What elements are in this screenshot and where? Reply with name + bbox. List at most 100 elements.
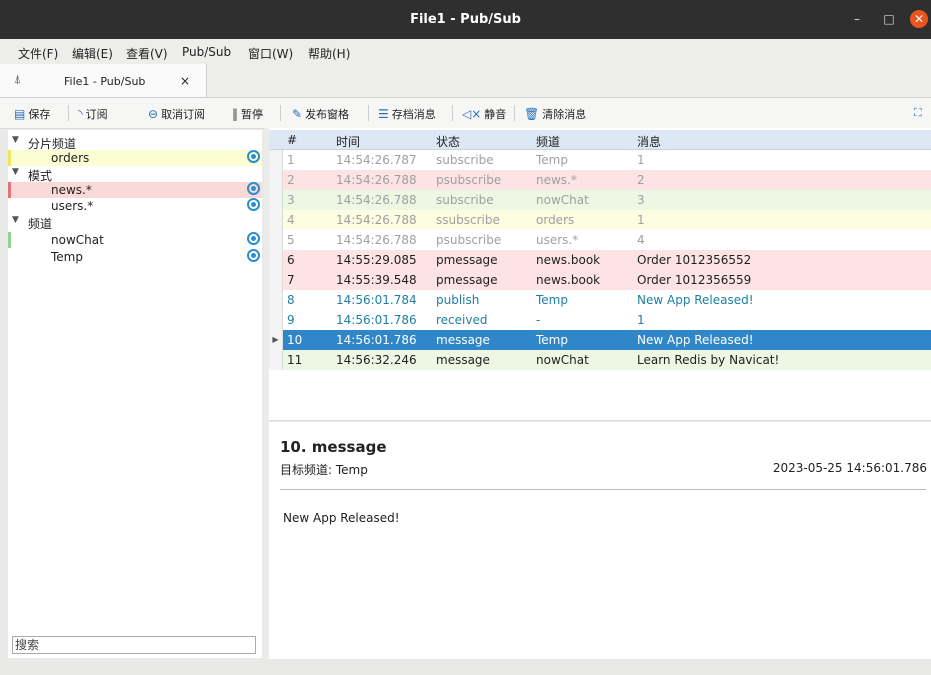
message-detail: 10. message 目标频道: Temp 2023-05-25 14:56:…: [269, 422, 931, 659]
column-header-status[interactable]: 状态: [436, 133, 460, 150]
subscribe-icon: ◝: [78, 107, 83, 121]
chevron-down-icon[interactable]: ▼: [12, 167, 19, 177]
subscribe-button[interactable]: ◝ 订阅: [78, 106, 108, 122]
cell-message: Learn Redis by Navicat!: [637, 353, 780, 367]
save-button[interactable]: ▤ 保存: [14, 106, 50, 122]
cell-channel: Temp: [536, 293, 568, 307]
message-table: # 时间 状态 频道 消息 1 14:54:26.787 subscribe Temp…: [269, 128, 931, 421]
cell-status: publish: [436, 293, 480, 307]
menu-help[interactable]: 帮助(H): [308, 45, 350, 62]
cell-index: 6: [287, 253, 295, 267]
pause-button[interactable]: ‖ 暂停: [232, 106, 263, 122]
tree-item-news[interactable]: news.*: [8, 182, 262, 198]
minimize-button[interactable]: –: [848, 10, 866, 28]
cell-index: 3: [287, 193, 295, 207]
fullscreen-icon[interactable]: ⛶: [914, 106, 922, 120]
tree-group-shard-channels[interactable]: ▼ 分片频道: [8, 134, 262, 151]
eye-icon[interactable]: [247, 150, 260, 163]
tree-item-users[interactable]: users.*: [8, 198, 262, 214]
cell-time: 14:56:01.786: [336, 333, 417, 347]
eye-icon[interactable]: [247, 182, 260, 195]
title-bar: File1 - Pub/Sub – □ ✕: [0, 0, 931, 39]
row-pointer-icon[interactable]: ▶: [269, 330, 283, 350]
row-header[interactable]: [269, 350, 283, 370]
menu-pubsub[interactable]: Pub/Sub: [182, 45, 231, 59]
cell-message: 1: [637, 313, 645, 327]
close-window-button[interactable]: ✕: [910, 10, 928, 28]
cell-message: 2: [637, 173, 645, 187]
cell-message: 1: [637, 213, 645, 227]
table-row[interactable]: 11 14:56:32.246 message nowChat Learn Redis …: [269, 350, 931, 371]
cell-status: subscribe: [436, 153, 494, 167]
search-input[interactable]: 搜索: [12, 636, 256, 654]
table-row[interactable]: 3 14:54:26.788 subscribe nowChat 3: [269, 190, 931, 211]
row-header[interactable]: [269, 230, 283, 250]
publish-pane-button[interactable]: ✎ 发布窗格: [292, 106, 349, 122]
unsubscribe-button[interactable]: ⊖ 取消订阅: [148, 106, 205, 122]
column-header-message[interactable]: 消息: [637, 133, 661, 150]
tree-item-nowchat[interactable]: nowChat: [8, 232, 262, 248]
eye-icon[interactable]: [247, 198, 260, 211]
mute-button[interactable]: ◁× 静音: [462, 106, 506, 122]
eye-icon[interactable]: [247, 232, 260, 245]
tab-bar: ⍋ File1 - Pub/Sub ×: [0, 64, 931, 98]
table-row[interactable]: 2 14:54:26.788 psubscribe news.* 2: [269, 170, 931, 191]
chevron-down-icon[interactable]: ▼: [12, 135, 19, 145]
row-header[interactable]: [269, 250, 283, 270]
tree-item-temp[interactable]: Temp: [8, 249, 262, 265]
table-row[interactable]: 9 14:56:01.786 received - 1: [269, 310, 931, 331]
table-row[interactable]: ▶ 10 14:56:01.786 message Temp New App Releas…: [269, 330, 931, 351]
cell-message: 1: [637, 153, 645, 167]
row-header[interactable]: [269, 170, 283, 190]
table-row[interactable]: 1 14:54:26.787 subscribe Temp 1: [269, 150, 931, 171]
table-row[interactable]: 8 14:56:01.784 publish Temp New App Released…: [269, 290, 931, 311]
chevron-down-icon[interactable]: ▼: [12, 215, 19, 225]
cell-index: 8: [287, 293, 295, 307]
archive-messages-button[interactable]: ☰ 存档消息: [378, 106, 436, 122]
toolbar-separator: [280, 105, 281, 121]
eye-icon[interactable]: [247, 249, 260, 262]
cell-index: 11: [287, 353, 303, 367]
cell-channel: users.*: [536, 233, 579, 247]
menu-edit[interactable]: 编辑(E): [72, 45, 113, 62]
cell-message: Order 1012356552: [637, 253, 752, 267]
row-header[interactable]: [269, 290, 283, 310]
row-header[interactable]: [269, 310, 283, 330]
subscribe-label: 订阅: [85, 108, 108, 121]
tree-group-channels[interactable]: ▼ 频道: [8, 214, 262, 231]
cell-status: ssubscribe: [436, 213, 500, 227]
cell-message: New App Released!: [637, 293, 754, 307]
toolbar: ▤ 保存 ◝ 订阅 ⊖ 取消订阅 ‖ 暂停 ✎ 发布窗格 ☰ 存档消息 ◁× 静音 🗑 清除消息…: [0, 98, 931, 129]
menu-file[interactable]: 文件(F): [18, 45, 58, 62]
tree-group-patterns[interactable]: ▼ 模式: [8, 166, 262, 183]
table-row[interactable]: 4 14:54:26.788 ssubscribe orders 1: [269, 210, 931, 231]
tree-item-orders[interactable]: orders: [8, 150, 262, 166]
clear-messages-button[interactable]: 🗑 清除消息: [524, 106, 586, 122]
unsubscribe-icon: ⊖: [148, 107, 159, 121]
trash-icon: 🗑: [524, 107, 540, 121]
table-row[interactable]: 5 14:54:26.788 psubscribe users.* 4: [269, 230, 931, 251]
mute-label: 静音: [484, 108, 507, 121]
menu-view[interactable]: 查看(V): [126, 45, 168, 62]
row-header[interactable]: [269, 190, 283, 210]
row-header[interactable]: [269, 270, 283, 290]
cell-channel: news.*: [536, 173, 577, 187]
save-icon: ▤: [14, 107, 26, 121]
cell-index: 1: [287, 153, 295, 167]
table-row[interactable]: 6 14:55:29.085 pmessage news.book Order 1012…: [269, 250, 931, 271]
cell-time: 14:56:01.784: [336, 293, 417, 307]
cell-index: 9: [287, 313, 295, 327]
tab-close-icon[interactable]: ×: [180, 74, 190, 88]
table-row[interactable]: 7 14:55:39.548 pmessage news.book Order 1012…: [269, 270, 931, 291]
cell-index: 10: [287, 333, 303, 347]
column-header-channel[interactable]: 频道: [536, 133, 560, 150]
row-header[interactable]: [269, 150, 283, 170]
column-header-time[interactable]: 时间: [336, 133, 360, 150]
column-header-index[interactable]: #: [287, 133, 297, 147]
publish-icon: ✎: [292, 107, 303, 121]
cell-status: psubscribe: [436, 173, 502, 187]
menu-window[interactable]: 窗口(W): [248, 45, 293, 62]
tab-file1-pubsub[interactable]: ⍋ File1 - Pub/Sub ×: [0, 64, 207, 97]
maximize-button[interactable]: □: [880, 10, 898, 28]
row-header[interactable]: [269, 210, 283, 230]
